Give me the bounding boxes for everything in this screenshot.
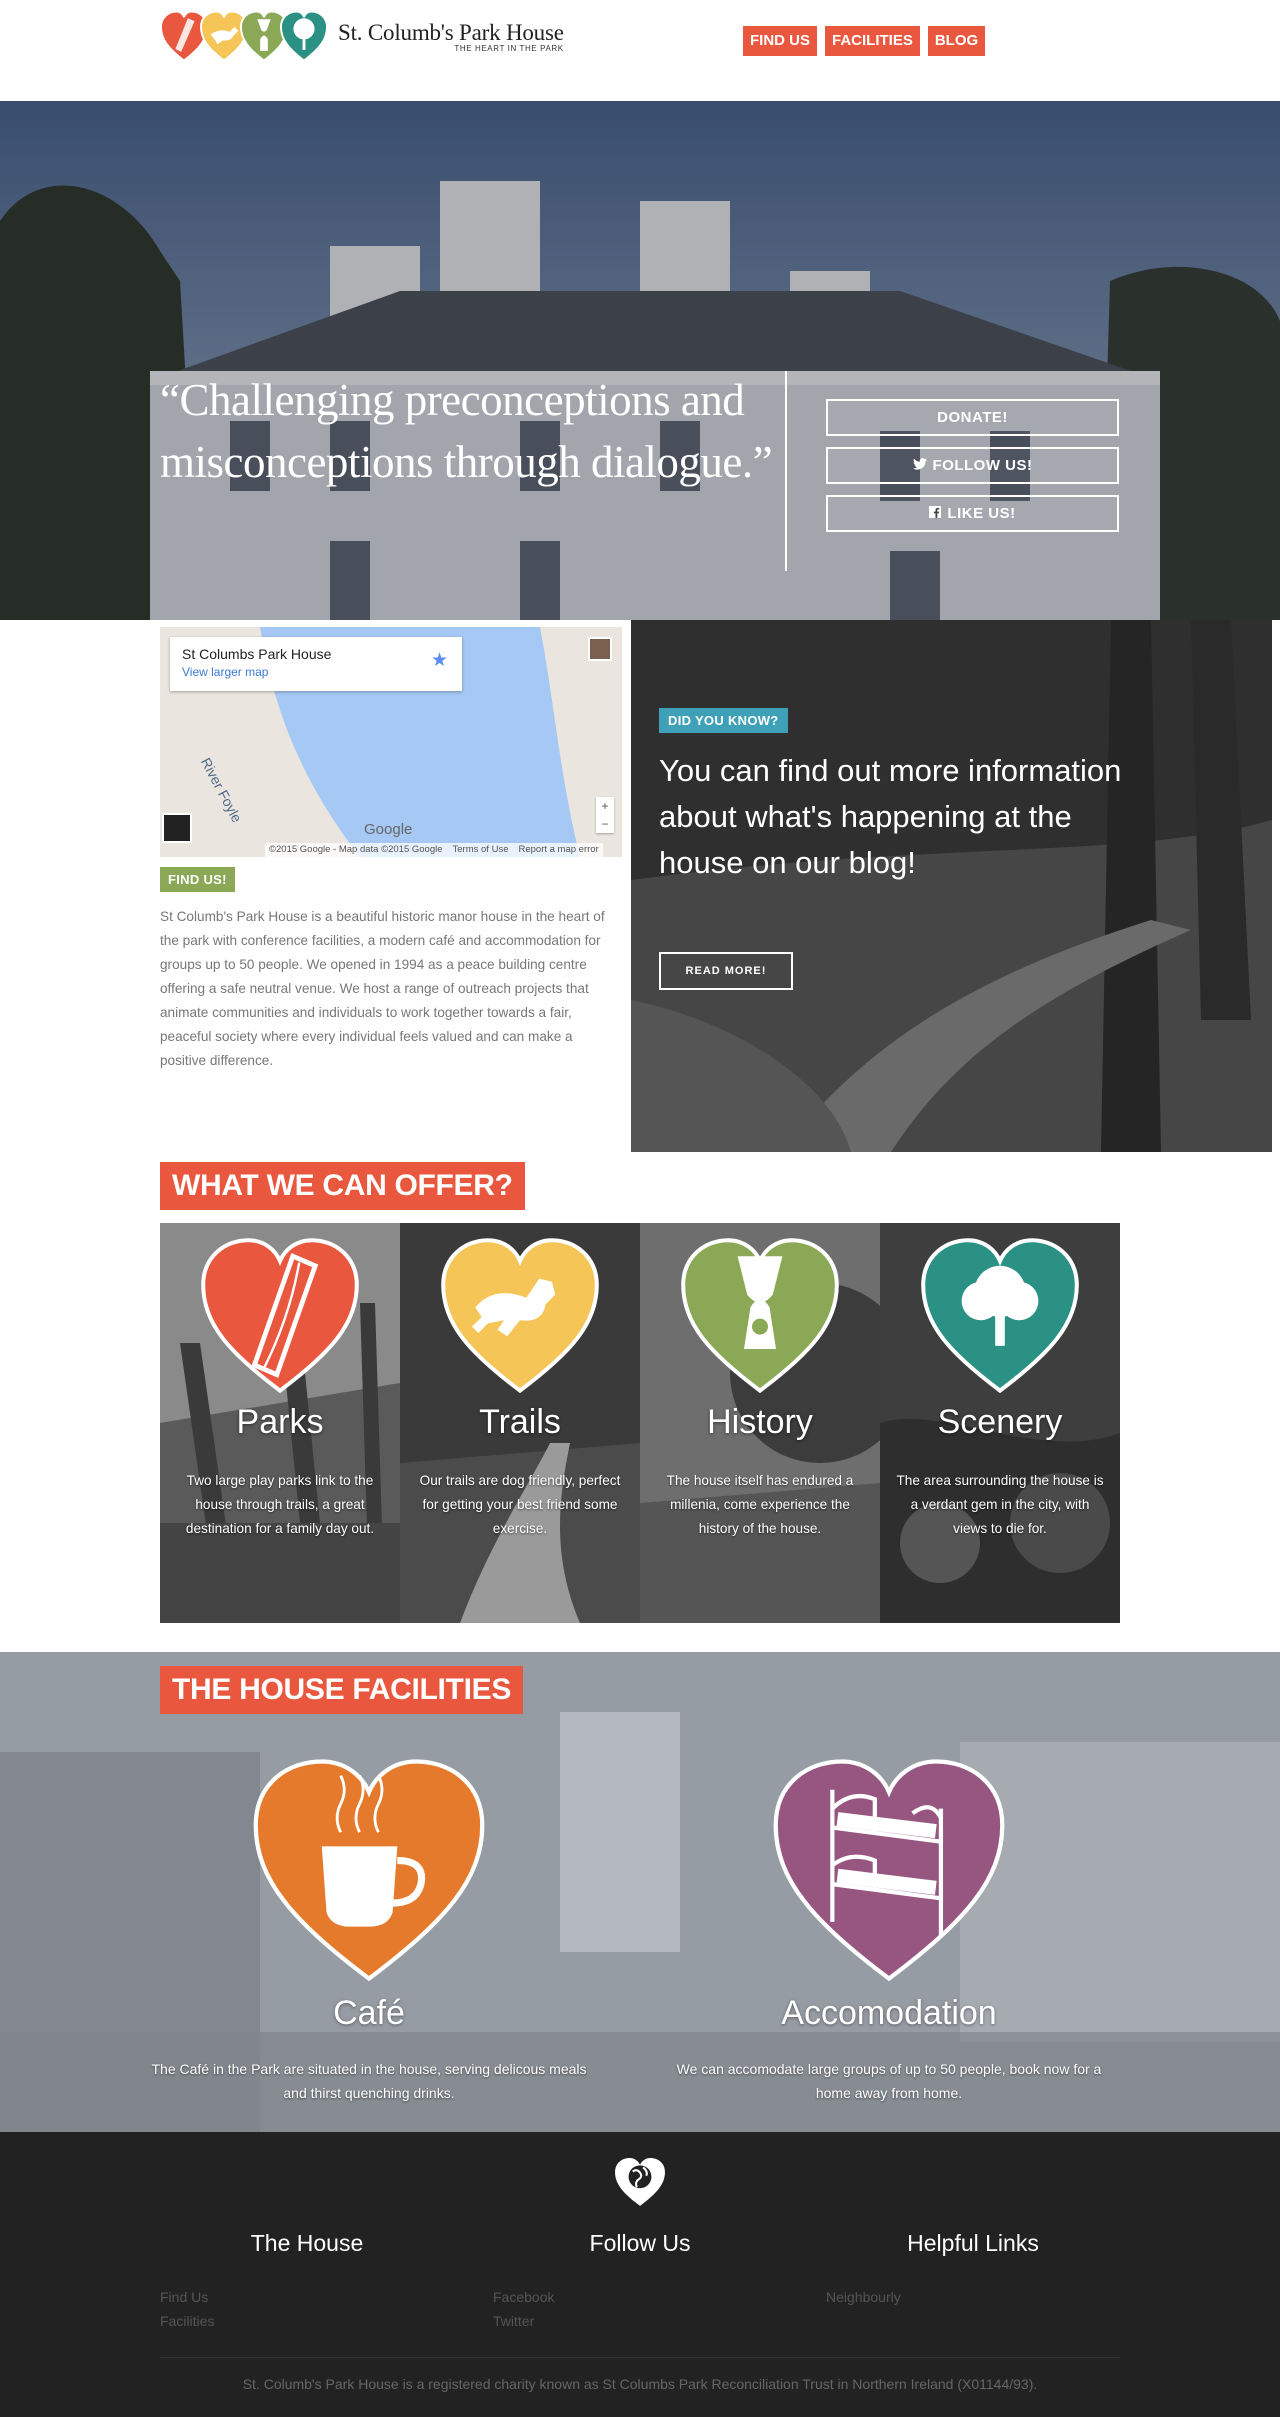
footer-col-follow-us: Follow Us Facebook Twitter <box>474 2230 806 2333</box>
offer-card-trails[interactable]: Trails Our trails are dog friendly, perf… <box>400 1223 640 1623</box>
offer-card-scenery[interactable]: Scenery The area surrounding the house i… <box>880 1223 1120 1623</box>
history-title: History <box>707 1403 813 1441</box>
zoom-out-button[interactable]: − <box>596 815 614 833</box>
logo-text: St. Columb's Park House THE HEART IN THE… <box>338 21 564 53</box>
map-report-link[interactable]: Report a map error <box>518 844 598 856</box>
zoom-in-button[interactable]: + <box>596 797 614 815</box>
slide-icon <box>201 1238 359 1394</box>
nav-facilities[interactable]: FACILITIES <box>825 26 920 56</box>
main-nav: FIND US FACILITIES BLOG <box>743 26 986 56</box>
logo-tagline: THE HEART IN THE PARK <box>454 44 564 53</box>
scenery-description: The area surrounding the house is a verd… <box>896 1473 1104 1536</box>
like-us-label: LIKE US! <box>947 505 1016 522</box>
follow-us-button[interactable]: FOLLOW US! <box>826 447 1119 484</box>
footer-col-the-house: The House Find Us Facilities <box>141 2230 473 2333</box>
hero-divider <box>785 371 787 571</box>
hero-banner: “Challenging preconceptions and misconce… <box>0 101 1280 620</box>
footer-link-twitter[interactable]: Twitter <box>493 2309 806 2333</box>
footer-divider <box>160 2357 1120 2358</box>
hero-overlay <box>0 101 1280 620</box>
footer-col-helpful-links: Helpful Links Neighbourly <box>807 2230 1139 2309</box>
nav-find-us[interactable]: FIND US <box>743 26 817 56</box>
footer-link-facilities[interactable]: Facilities <box>160 2309 473 2333</box>
map-place-title: St Columbs Park House <box>182 646 332 662</box>
did-you-know-text: You can find out more information about … <box>659 753 1122 880</box>
footer-heading-helpful-links: Helpful Links <box>907 2230 1039 2256</box>
trails-title: Trails <box>479 1403 561 1441</box>
footer-heading-follow-us: Follow Us <box>589 2230 691 2256</box>
did-you-know-panel: DID YOU KNOW? You can find out more info… <box>631 620 1272 1152</box>
facilities-section-title: THE HOUSE FACILITIES <box>160 1666 524 1714</box>
map-terms-link[interactable]: Terms of Use <box>453 844 509 856</box>
facility-cafe[interactable]: Café The Café in the Park are situated i… <box>149 1756 589 2105</box>
map-user-avatar[interactable] <box>588 637 612 661</box>
logo-heart-teal-icon <box>280 10 328 62</box>
map-copyright: ©2015 Google - Map data ©2015 Google <box>269 844 443 855</box>
site-logo[interactable]: St. Columb's Park House THE HEART IN THE… <box>160 8 564 66</box>
facilities-section: THE HOUSE FACILITIES Café The Café in th… <box>0 1652 1280 2132</box>
donate-label: DONATE! <box>937 409 1008 426</box>
trails-description: Our trails are dog friendly, perfect for… <box>419 1473 621 1536</box>
cafe-title: Café <box>333 1994 405 2032</box>
twitter-icon <box>912 449 927 482</box>
google-map[interactable]: St Columbs Park House View larger map ★ … <box>160 627 622 857</box>
map-attribution: ©2015 Google - Map data ©2015 Google Ter… <box>265 843 603 857</box>
bunk-bed-icon <box>773 1759 1005 1982</box>
map-satellite-toggle[interactable] <box>162 813 192 843</box>
follow-us-label: FOLLOW US! <box>932 457 1033 474</box>
parks-description: Two large play parks link to the house t… <box>185 1473 375 1536</box>
charity-note: St. Columb's Park House is a registered … <box>242 2376 1038 2392</box>
donate-button[interactable]: DONATE! <box>826 399 1119 436</box>
about-text: St Columb's Park House is a beautiful hi… <box>160 909 605 1068</box>
footer-link-facebook[interactable]: Facebook <box>493 2285 806 2309</box>
logo-hearts <box>160 8 328 66</box>
facebook-icon <box>929 497 942 530</box>
read-more-button[interactable]: READ MORE! <box>659 952 793 990</box>
offer-cards: Parks Two large play parks link to the h… <box>160 1223 1120 1623</box>
footer-heading-the-house: The House <box>250 2230 364 2256</box>
find-us-label: FIND US! <box>160 867 235 892</box>
facility-accommodation[interactable]: Accomodation We can accomodate large gro… <box>669 1756 1109 2105</box>
dog-icon <box>441 1238 599 1394</box>
did-you-know-label: DID YOU KNOW? <box>659 708 788 733</box>
site-header: St. Columb's Park House THE HEART IN THE… <box>0 0 1280 101</box>
logo-title: St. Columb's Park House <box>338 20 564 45</box>
offer-section-title: WHAT WE CAN OFFER? <box>160 1162 525 1210</box>
view-larger-map-link[interactable]: View larger map <box>182 665 450 679</box>
map-info-card: St Columbs Park House View larger map ★ <box>170 637 462 691</box>
tree-icon <box>921 1238 1079 1394</box>
history-description: The house itself has endured a millenia,… <box>666 1473 854 1536</box>
google-logo: Google <box>364 821 413 838</box>
save-star-icon[interactable]: ★ <box>431 649 448 672</box>
accommodation-description: We can accomodate large groups of up to … <box>676 2061 1102 2101</box>
footer-link-neighbourly[interactable]: Neighbourly <box>826 2285 1139 2309</box>
coffee-cup-icon <box>253 1759 485 1982</box>
site-footer: The House Find Us Facilities Follow Us F… <box>0 2132 1280 2417</box>
map-zoom-controls[interactable]: + − <box>596 797 614 833</box>
footer-link-find-us[interactable]: Find Us <box>160 2285 473 2309</box>
offer-card-parks[interactable]: Parks Two large play parks link to the h… <box>160 1223 400 1623</box>
accommodation-title: Accomodation <box>781 1994 997 2032</box>
parks-title: Parks <box>236 1403 324 1441</box>
like-us-button[interactable]: LIKE US! <box>826 495 1119 532</box>
hero-quote: “Challenging preconceptions and misconce… <box>160 375 773 487</box>
cafe-description: The Café in the Park are situated in the… <box>151 2061 587 2101</box>
globe-heart-icon <box>615 2158 665 2206</box>
nav-blog[interactable]: BLOG <box>927 26 986 56</box>
history-figure-icon <box>681 1238 839 1394</box>
forest-path-image <box>631 620 1272 1152</box>
offer-card-history[interactable]: History The house itself has endured a m… <box>640 1223 880 1623</box>
scenery-title: Scenery <box>937 1403 1063 1441</box>
